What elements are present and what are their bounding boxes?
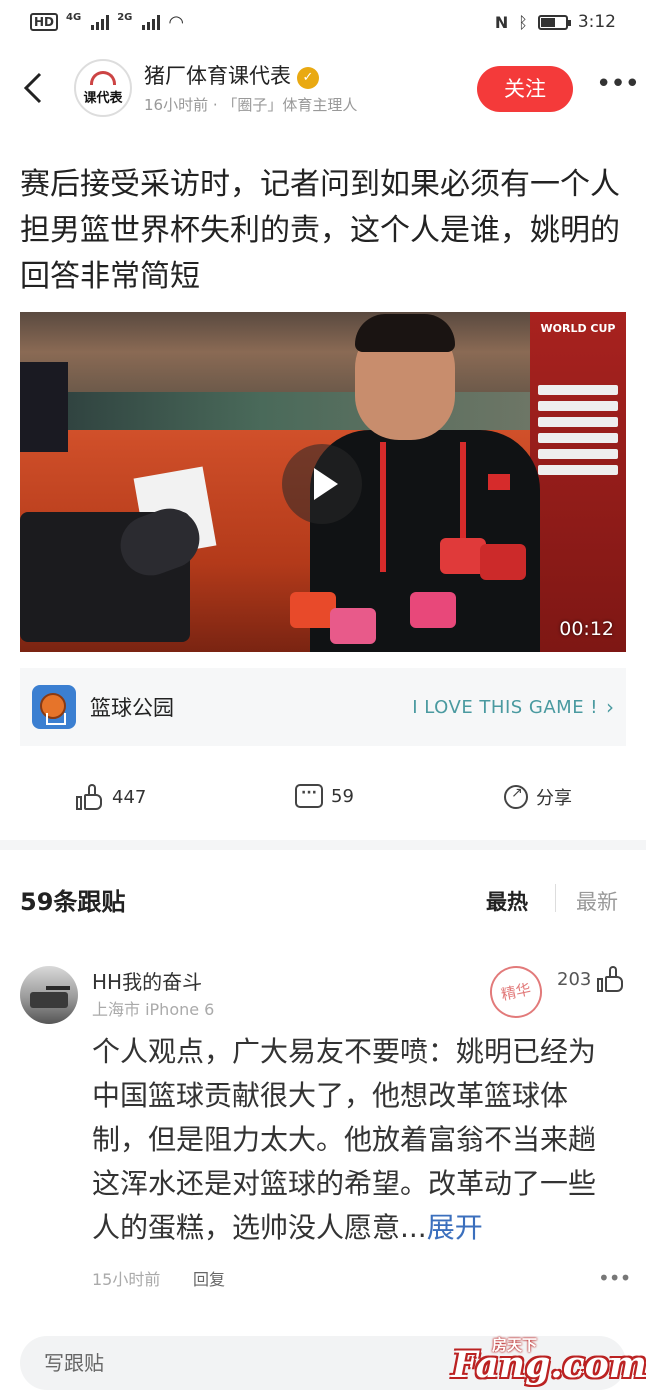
clock: 3:12 — [577, 12, 616, 32]
video-player[interactable]: WORLD CUP 00:12 — [20, 312, 626, 652]
author-name[interactable]: 猪厂体育课代表 ✓ — [144, 60, 319, 90]
comment-more-icon[interactable]: ••• — [598, 1266, 631, 1290]
like-button[interactable]: 447 — [76, 784, 146, 810]
watermark-main: Fang.com — [452, 1344, 646, 1386]
nfc-icon: N — [494, 12, 509, 32]
network-2g-label: 2G — [117, 11, 133, 23]
share-button[interactable]: 分享 — [504, 784, 572, 810]
article-header: 课代表 猪厂体育课代表 ✓ 16小时前 · 「圈子」体育主理人 关注 ••• — [0, 56, 646, 126]
video-duration: 00:12 — [559, 618, 614, 640]
battery-icon — [537, 14, 571, 30]
verified-badge-icon: ✓ — [297, 67, 319, 89]
video-mic — [330, 608, 376, 644]
avatar-text: 课代表 — [83, 90, 123, 106]
video-left-object — [20, 362, 68, 452]
sort-hot-tab[interactable]: 最热 — [486, 886, 528, 916]
channel-bar[interactable]: 篮球公园 I LOVE THIS GAME ! › — [20, 668, 626, 746]
signal-icon-2 — [142, 14, 161, 30]
battery-fill — [540, 17, 555, 27]
wifi-icon: ◠ — [168, 11, 185, 33]
share-icon — [504, 785, 528, 809]
status-left: HD 4G 2G ◠ — [30, 12, 184, 33]
reply-button[interactable]: 回复 — [193, 1266, 225, 1290]
status-bar: HD 4G 2G ◠ N ᛒ 3:12 — [0, 0, 646, 44]
featured-stamp: 精华 — [485, 961, 547, 1023]
section-divider — [0, 840, 646, 850]
comment-like-count: 203 — [557, 968, 592, 990]
back-button[interactable] — [20, 70, 50, 110]
comments-title: 59条跟贴 — [20, 888, 126, 916]
more-dots-icon[interactable]: ••• — [596, 71, 640, 97]
bluetooth-icon: ᛒ — [518, 12, 528, 32]
author-avatar[interactable]: 课代表 — [74, 59, 132, 117]
expand-link[interactable]: 展开 — [427, 1211, 483, 1244]
comment-time: 15小时前 — [92, 1270, 161, 1289]
video-camera — [20, 466, 270, 652]
follow-button[interactable]: 关注 — [477, 66, 573, 112]
hd-indicator: HD — [30, 13, 59, 31]
status-right: N ᛒ 3:12 — [495, 12, 616, 32]
network-4g-label: 4G — [66, 11, 82, 23]
action-bar: 447 ··· 59 分享 — [0, 762, 646, 834]
commenter-avatar[interactable] — [20, 966, 78, 1024]
author-meta: 16小时前 · 「圈子」体育主理人 — [144, 96, 358, 114]
article-title: 赛后接受采访时，记者问到如果必须有一个人担男篮世界杯失利的责，这个人是谁，姚明的… — [20, 167, 620, 294]
thumbs-up-icon — [76, 784, 104, 810]
commenter-meta: 上海市 iPhone 6 — [92, 1000, 215, 1019]
author-name-text: 猪厂体育课代表 — [144, 64, 291, 88]
comment-body: 个人观点，广大易友不要喷：姚明已经为中国篮球贡献很大了，他想改革篮球体制，但是阻… — [92, 1035, 597, 1244]
video-mic — [480, 544, 526, 580]
basketball-icon — [32, 685, 76, 729]
chevron-left-icon — [23, 72, 42, 104]
channel-name: 篮球公园 — [90, 696, 174, 720]
video-mic — [410, 592, 456, 628]
comment-like-button[interactable]: 203 — [557, 966, 625, 992]
commenter-name[interactable]: HH我的奋斗 — [92, 966, 202, 995]
chevron-right-icon: › — [606, 695, 614, 719]
video-sponsor-board: WORLD CUP — [530, 312, 626, 652]
watermark-logo: 房天下 Fang.com — [452, 1334, 646, 1394]
share-label: 分享 — [536, 788, 572, 809]
sort-new-tab[interactable]: 最新 — [576, 886, 618, 916]
board-text: WORLD CUP — [540, 322, 616, 335]
play-icon[interactable] — [282, 444, 362, 524]
comment-icon: ··· — [295, 784, 323, 808]
sort-divider — [555, 884, 556, 912]
channel-slogan: I LOVE THIS GAME ! — [412, 696, 598, 718]
comment-button[interactable]: ··· 59 — [295, 784, 354, 808]
comment-count: 59 — [331, 785, 354, 807]
comment-text: 个人观点，广大易友不要喷：姚明已经为中国篮球贡献很大了，他想改革篮球体制，但是阻… — [92, 1030, 622, 1250]
hoop-icon — [90, 70, 116, 85]
thumbs-up-icon — [597, 966, 625, 992]
like-count: 447 — [112, 786, 147, 808]
signal-icon — [91, 14, 110, 30]
